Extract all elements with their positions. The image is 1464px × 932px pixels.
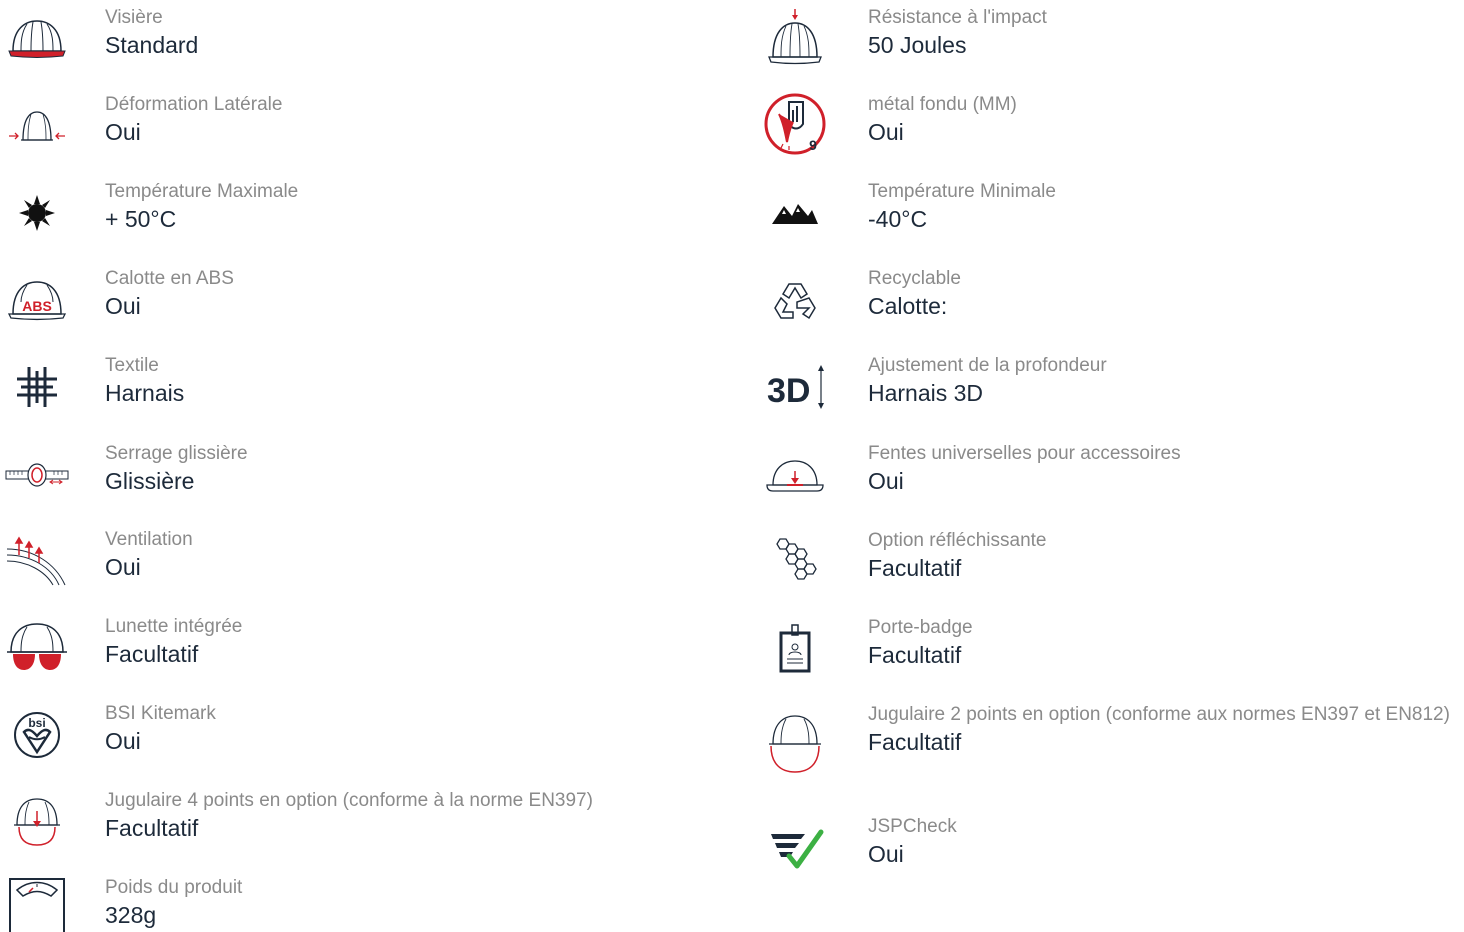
- spec-value: Oui: [105, 293, 141, 319]
- badge-holder-icon: [758, 617, 832, 681]
- spec-value: Facultatif: [105, 641, 199, 667]
- spec-value: Oui: [868, 841, 904, 867]
- molten-metal-icon: 9: [758, 88, 832, 160]
- spec-value: -40°C: [868, 206, 928, 232]
- spec-label: Textile: [105, 355, 159, 376]
- depth-3d-icon: 3D: [758, 355, 832, 419]
- spec-value: Oui: [105, 728, 141, 754]
- abs-helmet-icon: ABS: [0, 268, 74, 332]
- spec-value: Oui: [868, 468, 904, 494]
- spec-value: Glissière: [105, 468, 195, 494]
- slide-adjuster-icon: [0, 443, 74, 507]
- abs-icon-text: ABS: [22, 298, 52, 314]
- spec-value: Oui: [868, 119, 904, 145]
- spec-label: Lunette intégrée: [105, 616, 243, 637]
- spec-label: Température Minimale: [868, 181, 1056, 202]
- spec-label: Fentes universelles pour accessoires: [868, 443, 1181, 464]
- spec-value: Calotte:: [868, 293, 948, 319]
- spec-label: Recyclable: [868, 268, 961, 289]
- textile-grid-icon: [0, 355, 74, 419]
- spec-value: Facultatif: [868, 729, 962, 755]
- recycle-icon: [758, 268, 832, 332]
- jspcheck-icon: [758, 816, 832, 880]
- weight-scale-icon: [0, 877, 74, 932]
- spec-label: BSI Kitemark: [105, 703, 216, 724]
- spec-label: Option réfléchissante: [868, 530, 1047, 551]
- sun-icon: [0, 181, 74, 245]
- spec-value: Harnais 3D: [868, 380, 984, 406]
- molten-metal-icon-text: 9: [809, 137, 817, 153]
- integrated-goggles-icon: [0, 616, 74, 680]
- spec-value: 50 Joules: [868, 32, 967, 58]
- chinstrap-4pt-icon: [0, 790, 74, 854]
- spec-label: Calotte en ABS: [105, 268, 234, 289]
- spec-value: Facultatif: [868, 555, 962, 581]
- spec-value: Standard: [105, 32, 199, 58]
- visor-helmet-icon: [0, 7, 74, 71]
- bsi-icon-text: bsi: [28, 716, 45, 730]
- chinstrap-2pt-icon: [758, 708, 832, 778]
- spec-value: 328g: [105, 902, 157, 928]
- accessory-slot-icon: [758, 443, 832, 507]
- spec-label: Poids du produit: [105, 877, 243, 898]
- hexagon-reflective-icon: [758, 530, 832, 594]
- spec-value: Facultatif: [868, 642, 962, 668]
- spec-label: JSPCheck: [868, 816, 957, 837]
- spec-label: Déformation Latérale: [105, 94, 283, 115]
- bsi-kitemark-icon: bsi: [0, 703, 74, 767]
- ventilation-icon: [0, 529, 74, 593]
- lateral-deformation-icon: [0, 94, 74, 158]
- depth-3d-icon-text: 3D: [767, 372, 810, 410]
- spec-label: Température Maximale: [105, 181, 299, 202]
- spec-label: Porte-badge: [868, 617, 973, 638]
- spec-label: Jugulaire 4 points en option (conforme à…: [105, 790, 593, 811]
- spec-label: Ajustement de la profondeur: [868, 355, 1107, 376]
- spec-value: Facultatif: [105, 815, 199, 841]
- spec-label: Visière: [105, 7, 163, 28]
- spec-label: Serrage glissière: [105, 443, 248, 464]
- spec-label: métal fondu (MM): [868, 94, 1017, 115]
- spec-value: Oui: [105, 119, 141, 145]
- spec-value: + 50°C: [105, 206, 177, 232]
- spec-label: Résistance à l'impact: [868, 7, 1047, 28]
- spec-value: Harnais: [105, 380, 185, 406]
- spec-value: Oui: [105, 554, 141, 580]
- mountains-icon: [758, 181, 832, 245]
- impact-helmet-icon: [758, 7, 832, 71]
- spec-label: Ventilation: [105, 529, 193, 550]
- spec-label: Jugulaire 2 points en option (conforme a…: [868, 704, 1450, 725]
